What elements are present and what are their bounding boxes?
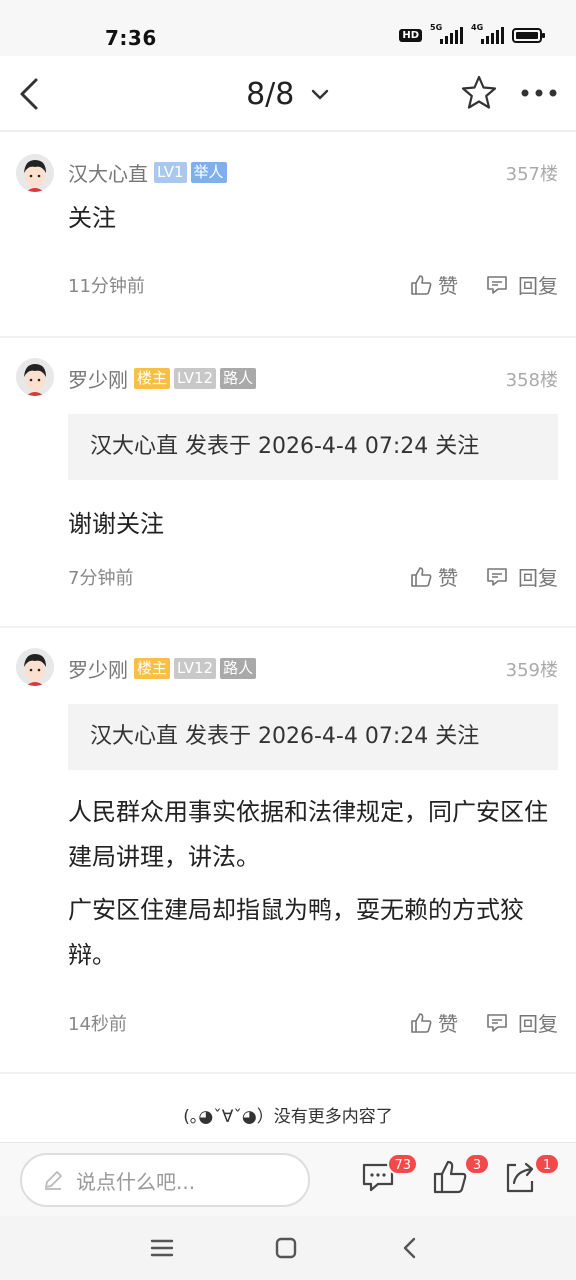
post-time: 7分钟前: [68, 568, 134, 589]
share-icon: [506, 1162, 534, 1193]
like-count-badge: 3: [464, 1153, 490, 1175]
menu-icon[interactable]: [146, 1232, 178, 1264]
owner-tag: 楼主: [134, 658, 171, 679]
owner-tag: 楼主: [134, 368, 171, 389]
status-icons: HD 5G 4G: [399, 23, 545, 44]
post-item: 罗少刚 楼主 LV12 路人 359楼 汉大心直 发表于 2026-4-4 07…: [0, 628, 576, 1074]
post-meta: 罗少刚 楼主 LV12 路人: [68, 654, 257, 683]
like-button[interactable]: 赞: [410, 270, 458, 299]
level-tag: LV12: [174, 368, 217, 389]
comment-icon: [487, 567, 507, 586]
comments-button[interactable]: 73: [360, 1153, 418, 1199]
comment-icon: [487, 275, 507, 294]
post-content: 谢谢关注: [68, 510, 164, 538]
floor-number: 358楼: [505, 370, 558, 391]
like-button[interactable]: 赞: [410, 562, 458, 591]
signal-5g-icon: 5G: [430, 23, 463, 44]
rank-tag: 路人: [220, 368, 257, 389]
system-nav-bar: [0, 1216, 576, 1280]
status-bar: 7:36 HD 5G 4G: [0, 0, 576, 56]
post-time: 11分钟前: [68, 276, 145, 297]
favorite-star-icon[interactable]: [460, 74, 498, 112]
quoted-reply[interactable]: 汉大心直 发表于 2026-4-4 07:24 关注: [68, 414, 558, 480]
username[interactable]: 罗少刚: [68, 654, 128, 683]
rank-tag: 举人: [190, 162, 227, 183]
battery-icon: [512, 27, 545, 43]
avatar[interactable]: [16, 358, 54, 396]
share-button[interactable]: 1: [502, 1153, 560, 1199]
comment-icon: [487, 1013, 507, 1032]
home-icon[interactable]: [270, 1232, 302, 1264]
bottom-action-bar: 说点什么吧... 73 3 1: [0, 1142, 576, 1216]
thumbs-up-icon: [411, 1012, 432, 1033]
page-indicator: 8/8: [246, 77, 295, 112]
level-tag: LV1: [154, 162, 187, 183]
thumbs-up-icon: [411, 274, 432, 295]
reply-placeholder: 说点什么吧...: [76, 1169, 196, 1194]
chevron-down-icon: [311, 89, 329, 99]
back-icon[interactable]: [394, 1232, 426, 1264]
username[interactable]: 汉大心直: [68, 158, 148, 187]
avatar[interactable]: [16, 648, 54, 686]
level-tag: LV12: [174, 658, 217, 679]
reply-button[interactable]: 回复: [486, 1008, 558, 1037]
rank-tag: 路人: [220, 658, 257, 679]
avatar[interactable]: [16, 154, 54, 192]
thumbs-up-icon: [411, 566, 432, 587]
username[interactable]: 罗少刚: [68, 364, 128, 393]
hd-icon: HD: [399, 28, 422, 42]
pencil-icon: [45, 1171, 62, 1190]
floor-number: 357楼: [505, 164, 558, 185]
floor-number: 359楼: [505, 660, 558, 681]
post-time: 14秒前: [68, 1014, 127, 1035]
share-count-badge: 1: [534, 1153, 560, 1175]
post-meta: 罗少刚 楼主 LV12 路人: [68, 364, 257, 393]
post-item: 汉大心直 LV1 举人 357楼 关注 11分钟前 赞 回复: [0, 134, 576, 338]
thumbs-up-icon: [433, 1160, 467, 1194]
like-post-button[interactable]: 3: [432, 1153, 490, 1199]
end-of-list-note: (｡◕ˇ∀ˇ◕）没有更多内容了: [183, 1107, 393, 1127]
like-button[interactable]: 赞: [410, 1008, 458, 1037]
comment-count-badge: 73: [387, 1153, 418, 1175]
top-nav-bar: 8/8: [0, 56, 576, 132]
quoted-reply[interactable]: 汉大心直 发表于 2026-4-4 07:24 关注: [68, 704, 558, 770]
post-item: 罗少刚 楼主 LV12 路人 358楼 汉大心直 发表于 2026-4-4 07…: [0, 338, 576, 628]
signal-4g-icon: 4G: [471, 23, 504, 44]
reply-button[interactable]: 回复: [486, 270, 558, 299]
reply-input[interactable]: 说点什么吧...: [20, 1153, 310, 1207]
more-options-icon[interactable]: [518, 78, 560, 108]
reply-button[interactable]: 回复: [486, 562, 558, 591]
post-meta: 汉大心直 LV1 举人: [68, 158, 227, 187]
post-content: 人民群众用事实依据和法律规定，同广安区住建局讲理，讲法。 广安区住建局却指鼠为鸭…: [68, 798, 548, 969]
status-time: 7:36: [105, 26, 157, 50]
post-content: 关注: [68, 204, 116, 232]
